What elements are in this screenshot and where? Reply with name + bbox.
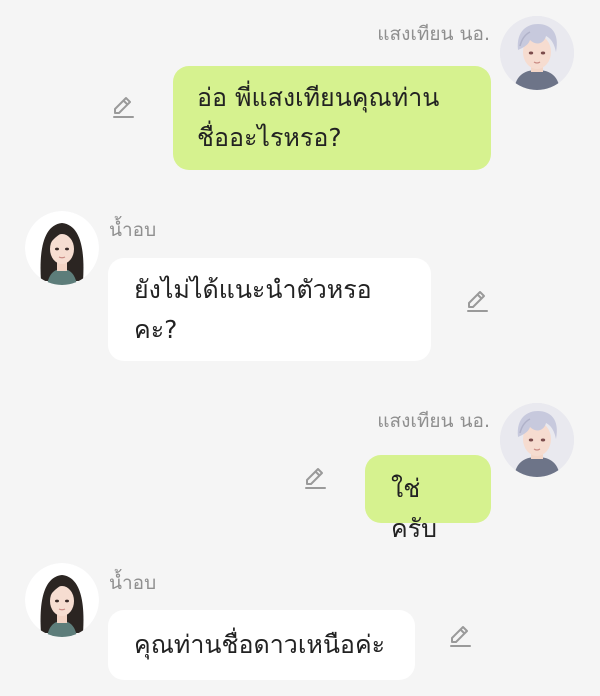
white-haired-boy-avatar[interactable]	[500, 403, 574, 477]
dark-haired-girl-avatar[interactable]	[25, 563, 99, 637]
message-bubble[interactable]: คุณท่านชื่อดาวเหนือค่ะ	[108, 610, 415, 680]
pencil-icon[interactable]	[464, 288, 490, 314]
sender-name: น้ำอบ	[109, 219, 157, 241]
sender-name: แสงเทียน นอ.	[377, 23, 490, 45]
message-bubble[interactable]: ใช่ครับ	[365, 455, 491, 543]
message-line: ชื่ออะไรหรอ?	[197, 123, 342, 152]
message-line: คะ?	[134, 315, 178, 344]
pencil-icon[interactable]	[110, 94, 136, 120]
message-line: คุณท่านชื่อดาวเหนือค่ะ	[134, 630, 386, 659]
chat-thread: แสงเทียน นอ. อ่อ พี่แสงเทียนคุณท่าน ชื่อ…	[0, 0, 600, 696]
pencil-icon[interactable]	[447, 623, 473, 649]
dark-haired-girl-avatar[interactable]	[25, 211, 99, 285]
pencil-icon[interactable]	[302, 465, 328, 491]
message-bubble[interactable]: ยังไม่ได้แนะนำตัวหรอ คะ?	[108, 258, 431, 361]
white-haired-boy-avatar[interactable]	[500, 16, 574, 90]
message-line: ยังไม่ได้แนะนำตัวหรอ	[134, 275, 372, 304]
message-bubble[interactable]: อ่อ พี่แสงเทียนคุณท่าน ชื่ออะไรหรอ?	[173, 66, 491, 170]
sender-name: น้ำอบ	[109, 572, 157, 594]
message-line: อ่อ พี่แสงเทียนคุณท่าน	[197, 83, 440, 112]
message-line: ใช่ครับ	[391, 474, 438, 543]
sender-name: แสงเทียน นอ.	[377, 410, 490, 432]
